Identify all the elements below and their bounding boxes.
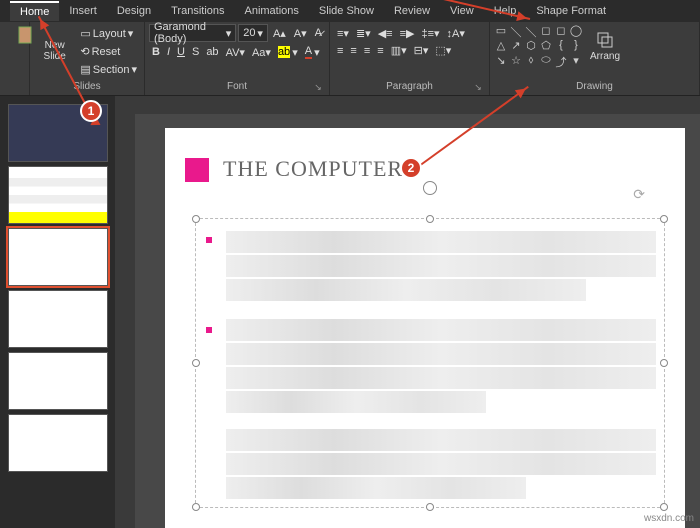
decrease-indent-button[interactable]: ◀≡ xyxy=(375,26,396,41)
align-center-button[interactable]: ≡ xyxy=(347,43,359,58)
slide[interactable]: THE COMPUTERS ⟳ xyxy=(165,128,685,528)
font-name-combo[interactable]: Garamond (Body)▾ xyxy=(149,24,236,42)
numbering-button[interactable]: ≣▾ xyxy=(353,26,374,41)
align-text-button[interactable]: ⊟▾ xyxy=(411,43,432,58)
annotation-2: 2 xyxy=(400,157,422,179)
clear-format-icon[interactable]: A̷ xyxy=(312,24,325,42)
font-color-button[interactable]: A▾ xyxy=(302,44,323,60)
slides-group-label: Slides xyxy=(34,81,140,93)
tab-transitions[interactable]: Transitions xyxy=(161,2,234,20)
align-right-button[interactable]: ≡ xyxy=(361,43,373,58)
text-direction-button[interactable]: ↕A▾ xyxy=(444,26,468,41)
paragraph-group-label: Paragraph↘ xyxy=(334,81,485,93)
tab-review[interactable]: Review xyxy=(384,2,440,20)
pink-square-shape[interactable] xyxy=(185,158,209,182)
tab-animations[interactable]: Animations xyxy=(235,2,309,20)
section-icon: ▤ xyxy=(80,63,90,76)
tab-shape-format[interactable]: Shape Format xyxy=(526,2,616,20)
thumb-2[interactable] xyxy=(8,166,108,224)
highlight-button[interactable]: ab▾ xyxy=(275,44,301,60)
thumb-4[interactable] xyxy=(8,290,108,348)
ribbon: New Slide ▭Layout▾ ⟲Reset ▤Section▾ Slid… xyxy=(0,22,700,96)
editor-area: THE COMPUTERS ⟳ xyxy=(0,96,700,528)
bullets-button[interactable]: ≡▾ xyxy=(334,26,352,41)
horizontal-ruler xyxy=(135,96,700,114)
rotate-handle-icon[interactable]: ⟳ xyxy=(633,186,645,203)
vertical-ruler xyxy=(115,96,135,528)
increase-font-icon[interactable]: A▴ xyxy=(270,24,289,42)
case-button[interactable]: Aa▾ xyxy=(249,44,274,60)
smartart-button[interactable]: ⬚▾ xyxy=(432,43,454,58)
reset-icon: ⟲ xyxy=(80,45,89,58)
shapes-gallery[interactable]: ▭＼＼◻◻◯ △↗⬡⬠{} ↘☆⬨⬭⤴▾ xyxy=(494,24,583,68)
decrease-font-icon[interactable]: A▾ xyxy=(291,24,310,42)
spacing-button[interactable]: AV▾ xyxy=(223,44,248,60)
justify-button[interactable]: ≡ xyxy=(374,43,386,58)
paragraph-launcher-icon[interactable]: ↘ xyxy=(473,82,483,92)
tab-insert[interactable]: Insert xyxy=(59,2,107,20)
thumb-5[interactable] xyxy=(8,352,108,410)
reset-button[interactable]: ⟲Reset xyxy=(77,44,123,59)
arrange-button[interactable]: Arrang xyxy=(585,30,625,63)
slide-title[interactable]: THE COMPUTERS xyxy=(223,156,416,182)
tab-slideshow[interactable]: Slide Show xyxy=(309,2,384,20)
rotation-handle[interactable] xyxy=(423,181,437,195)
italic-button[interactable]: I xyxy=(164,44,173,60)
font-size-combo[interactable]: 20▾ xyxy=(238,24,268,42)
underline-button[interactable]: U xyxy=(174,44,188,60)
layout-icon: ▭ xyxy=(80,27,90,40)
font-launcher-icon[interactable]: ↘ xyxy=(313,82,323,92)
new-slide-button[interactable]: New Slide xyxy=(34,39,75,63)
bold-button[interactable]: B xyxy=(149,44,163,60)
line-spacing-button[interactable]: ‡≡▾ xyxy=(418,26,442,41)
columns-button[interactable]: ▥▾ xyxy=(388,43,410,58)
tab-design[interactable]: Design xyxy=(107,2,161,20)
shadow-button[interactable]: ab xyxy=(203,44,221,60)
content-textbox[interactable] xyxy=(195,218,665,508)
tab-view[interactable]: View xyxy=(440,2,484,20)
align-left-button[interactable]: ≡ xyxy=(334,43,346,58)
ribbon-tabs: Home Insert Design Transitions Animation… xyxy=(0,0,700,22)
watermark: wsxdn.com xyxy=(644,513,694,524)
section-button[interactable]: ▤Section▾ xyxy=(77,62,140,77)
slide-thumbnails[interactable] xyxy=(0,96,115,528)
font-group-label: Font↘ xyxy=(149,81,325,93)
strike-button[interactable]: S xyxy=(189,44,202,60)
increase-indent-button[interactable]: ≡▶ xyxy=(397,26,418,41)
thumb-3-selected[interactable] xyxy=(8,228,108,286)
layout-button[interactable]: ▭Layout▾ xyxy=(77,26,136,41)
thumb-6[interactable] xyxy=(8,414,108,472)
annotation-1: 1 xyxy=(80,100,102,122)
